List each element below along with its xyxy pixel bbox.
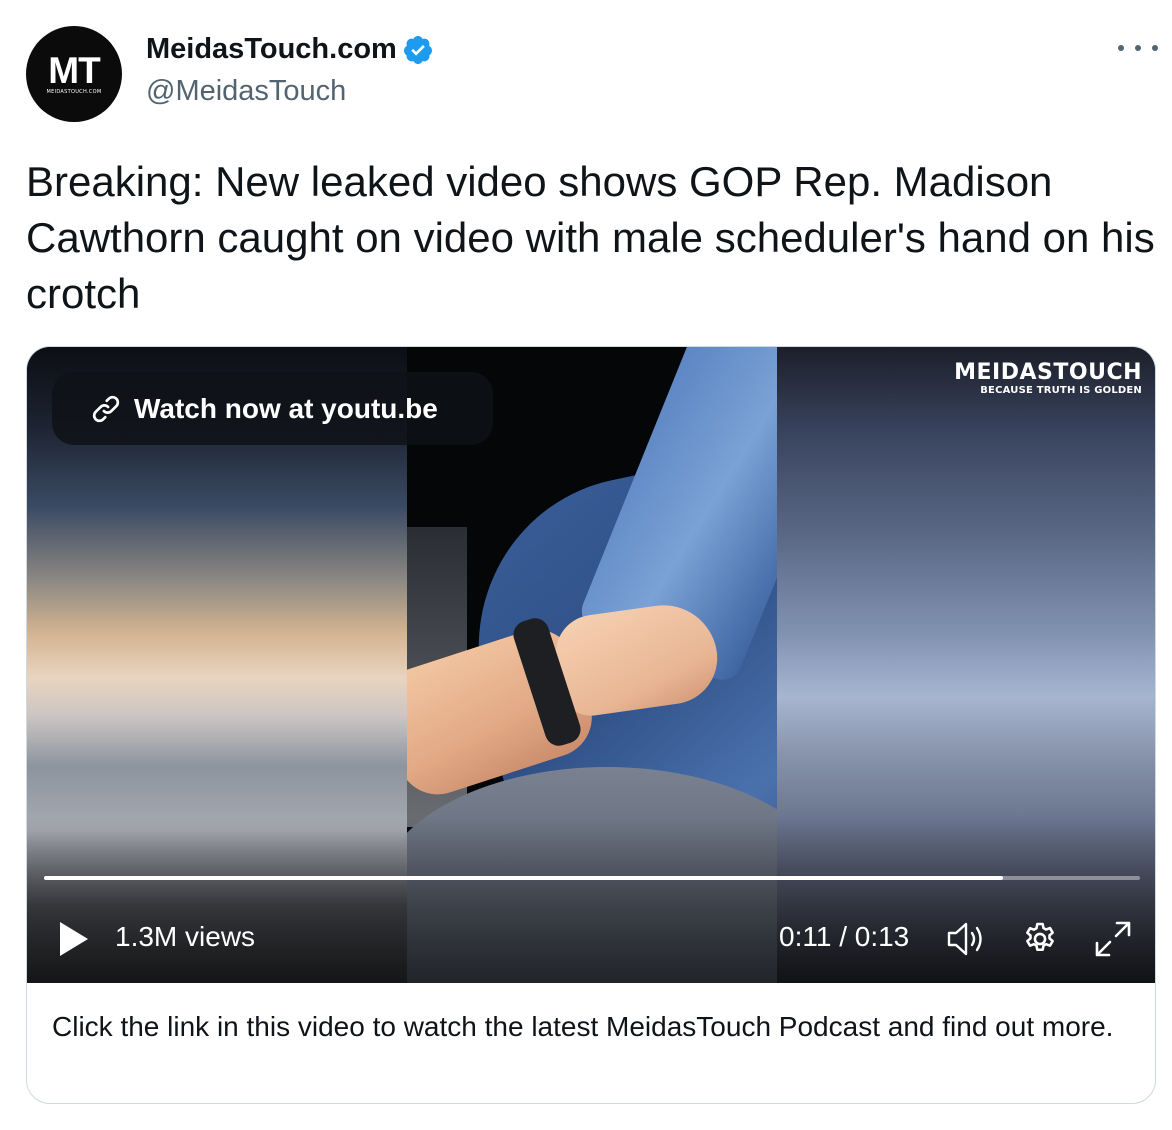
watch-now-link[interactable]: Watch now at youtu.be bbox=[52, 372, 493, 445]
video-card[interactable]: Watch now at youtu.be MeidasTouch BECAUS… bbox=[26, 346, 1156, 1104]
watch-now-label: Watch now at youtu.be bbox=[134, 392, 438, 424]
author-name-row: MeidasTouch.com bbox=[146, 33, 434, 66]
gear-icon[interactable] bbox=[1021, 920, 1059, 958]
fullscreen-icon[interactable] bbox=[1093, 919, 1133, 959]
more-horizontal-icon[interactable] bbox=[1118, 38, 1158, 58]
author-handle[interactable]: @MeidasTouch bbox=[146, 75, 346, 108]
tweet-text: Breaking: New leaked video shows GOP Rep… bbox=[26, 158, 1155, 317]
watermark-tagline: BECAUSE TRUTH IS GOLDEN bbox=[980, 385, 1142, 396]
watermark-name: MeidasTouch bbox=[954, 360, 1142, 385]
view-count: 1.3M views bbox=[115, 921, 256, 952]
video-player[interactable]: Watch now at youtu.be MeidasTouch BECAUS… bbox=[27, 347, 1155, 983]
avatar-subtext: MEIDASTOUCH.COM bbox=[46, 88, 102, 95]
avatar[interactable]: MT MEIDASTOUCH.COM bbox=[26, 26, 122, 122]
verified-badge-icon bbox=[403, 35, 432, 64]
display-name[interactable]: MeidasTouch.com bbox=[146, 33, 397, 66]
video-time: 0:11 / 0:13 bbox=[779, 921, 910, 952]
avatar-initials: MT bbox=[48, 49, 100, 91]
volume-icon[interactable] bbox=[945, 919, 987, 959]
play-icon[interactable] bbox=[57, 919, 91, 959]
more-dot bbox=[1152, 45, 1158, 51]
video-progress-fill bbox=[44, 876, 1003, 880]
meidastouch-watermark: MeidasTouch BECAUSE TRUTH IS GOLDEN bbox=[937, 361, 1142, 397]
more-dot bbox=[1135, 45, 1141, 51]
more-dot bbox=[1118, 45, 1124, 51]
video-progress-bar[interactable] bbox=[44, 876, 1140, 880]
card-description: Click the link in this video to watch th… bbox=[52, 1011, 1114, 1042]
link-icon bbox=[92, 395, 120, 422]
